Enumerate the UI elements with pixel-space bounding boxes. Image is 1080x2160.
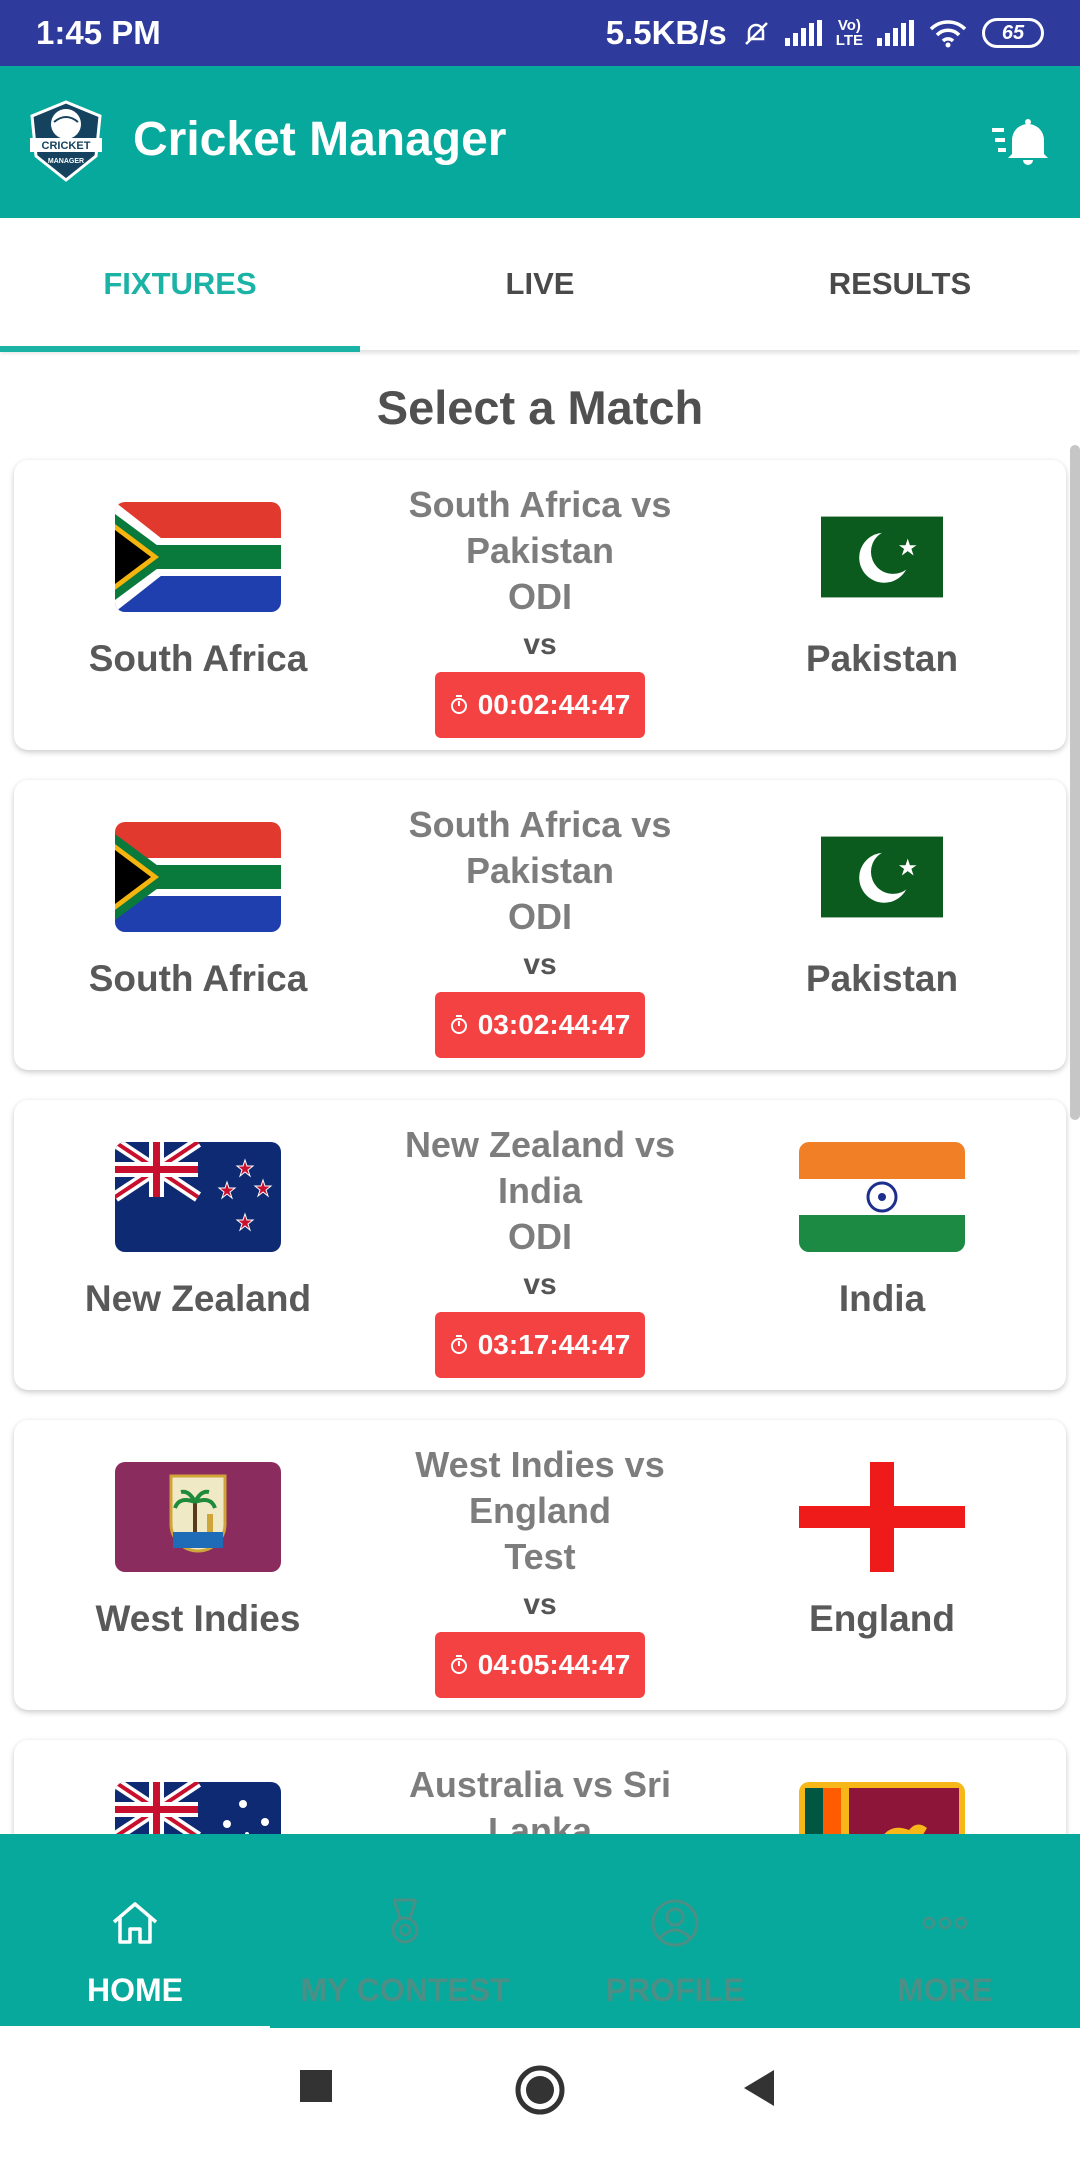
app-bar: CRICKET MANAGER Cricket Manager	[0, 66, 1080, 218]
svg-text:CRICKET: CRICKET	[42, 140, 91, 152]
bottom-navigation: HOME MY CONTEST PROFILE MORE	[0, 1834, 1080, 2030]
team-b-name: Pakistan	[805, 958, 959, 999]
volte-icon: Vo) LTE	[835, 17, 863, 49]
team-a-name: South Africa	[88, 958, 308, 999]
match-list[interactable]: South Africa South Africa vs Pakistan OD…	[0, 456, 1080, 1834]
tab-results[interactable]: RESULTS	[720, 218, 1080, 350]
tab-fixtures[interactable]: FIXTURES	[0, 218, 360, 352]
match-card[interactable]: Australia vs Sri Lanka	[14, 1740, 1066, 1834]
signal-icon-2	[877, 20, 914, 46]
team-b	[742, 1782, 1022, 1834]
match-title: South Africa vs Pakistan	[408, 484, 672, 571]
nav-home[interactable]: HOME	[0, 1834, 270, 2030]
match-format: ODI	[507, 576, 572, 617]
match-title: South Africa vs Pakistan	[408, 804, 672, 891]
stopwatch-icon	[450, 1335, 467, 1354]
west-indies-flag-icon	[115, 1462, 281, 1572]
match-format: ODI	[507, 896, 572, 937]
nav-home-label: HOME	[87, 1972, 183, 2008]
stopwatch-icon	[450, 695, 467, 714]
back-triangle-icon[interactable]	[742, 2068, 778, 2108]
sri-lanka-flag-icon	[799, 1782, 965, 1834]
match-format: ODI	[507, 1216, 572, 1257]
match-card[interactable]: South Africa South Africa vs Pakistan OD…	[14, 460, 1066, 750]
england-flag-icon	[799, 1462, 965, 1572]
nav-more[interactable]: MORE	[810, 1834, 1080, 2028]
team-b: India	[742, 1142, 1022, 1320]
mute-bell-icon	[744, 22, 768, 45]
battery-icon: 65	[982, 18, 1044, 48]
countdown-badge: 03:17:44:47	[435, 1312, 645, 1378]
profile-icon	[651, 1899, 699, 1947]
section-title: Select a Match	[376, 381, 704, 434]
team-b-name: Pakistan	[805, 638, 959, 679]
team-a-name: New Zealand	[84, 1278, 312, 1319]
team-a: South Africa	[58, 502, 338, 680]
wifi-icon	[929, 20, 967, 48]
team-a-name: West Indies	[95, 1598, 301, 1639]
vs-label: vs	[523, 1268, 557, 1301]
pakistan-flag-icon	[821, 836, 943, 918]
new-zealand-flag-icon	[115, 1142, 281, 1252]
tab-live[interactable]: LIVE	[360, 218, 720, 350]
vs-label: vs	[523, 1588, 557, 1621]
net-speed: 5.5KB/s	[605, 14, 727, 51]
match-info: South Africa vs Pakistan ODI vs 00:02:44…	[390, 482, 690, 738]
match-card[interactable]: West Indies West Indies vs England Test …	[14, 1420, 1066, 1710]
home-circle-icon[interactable]	[514, 2064, 566, 2116]
team-b-name: England	[809, 1598, 955, 1639]
team-a: New Zealand	[58, 1142, 338, 1320]
match-title: West Indies vs England	[415, 1444, 665, 1531]
team-b: England	[742, 1462, 1022, 1640]
nav-profile-label: PROFILE	[605, 1972, 745, 2008]
nav-more-label: MORE	[897, 1972, 993, 2008]
tab-bar: FIXTURES LIVE RESULTS	[0, 218, 1080, 352]
match-info: West Indies vs England Test vs 04:05:44:…	[390, 1442, 690, 1698]
nav-profile[interactable]: PROFILE	[540, 1834, 810, 2028]
status-time: 1:45 PM	[36, 14, 161, 51]
trophy-medal-icon	[391, 1898, 419, 1944]
nav-my-contest-label: MY CONTEST	[300, 1972, 510, 2008]
countdown-badge: 03:02:44:47	[435, 992, 645, 1058]
match-info: South Africa vs Pakistan ODI vs 03:02:44…	[390, 802, 690, 1058]
more-dots-icon	[922, 1916, 968, 1930]
signal-icon	[784, 20, 822, 46]
system-navigation-bar	[0, 2028, 1080, 2160]
team-b-name: India	[838, 1278, 926, 1319]
team-a: West Indies	[58, 1462, 338, 1640]
match-title: Australia vs Sri Lanka	[408, 1764, 672, 1834]
countdown-badge: 04:05:44:47	[435, 1632, 645, 1698]
team-a-name: South Africa	[88, 638, 308, 679]
cricket-manager-logo-icon: CRICKET MANAGER	[30, 100, 102, 182]
australia-flag-icon	[115, 1782, 281, 1834]
home-icon	[112, 1902, 158, 1944]
match-card[interactable]: South Africa South Africa vs Pakistan OD…	[14, 780, 1066, 1070]
team-b: Pakistan	[742, 502, 1022, 680]
match-info: Australia vs Sri Lanka	[390, 1762, 690, 1834]
status-bar: 1:45 PM 5.5KB/s Vo) LTE 65	[0, 0, 1080, 66]
pakistan-flag-icon	[821, 516, 943, 598]
vs-label: vs	[523, 628, 557, 661]
india-flag-icon	[799, 1142, 965, 1252]
team-a	[58, 1782, 338, 1834]
vs-label: vs	[523, 948, 557, 981]
notification-bell-icon[interactable]	[992, 112, 1052, 168]
match-info: New Zealand vs India ODI vs 03:17:44:47	[390, 1122, 690, 1378]
scrollbar[interactable]	[1070, 445, 1080, 1120]
match-card[interactable]: New Zealand New Zealand vs India ODI vs …	[14, 1100, 1066, 1390]
stopwatch-icon	[450, 1015, 467, 1034]
stopwatch-icon	[450, 1655, 467, 1674]
team-a: South Africa	[58, 822, 338, 1000]
svg-text:MANAGER: MANAGER	[48, 158, 84, 165]
countdown-badge: 00:02:44:47	[435, 672, 645, 738]
south-africa-flag-icon	[115, 502, 281, 612]
status-icons: 5.5KB/s Vo) LTE 65	[606, 14, 1044, 52]
app-title: Cricket Manager	[133, 113, 507, 166]
recents-square-icon[interactable]	[298, 2068, 334, 2104]
match-title: New Zealand vs India	[404, 1124, 676, 1211]
south-africa-flag-icon	[115, 822, 281, 932]
nav-my-contest[interactable]: MY CONTEST	[270, 1834, 540, 2028]
team-b: Pakistan	[742, 822, 1022, 1000]
match-format: Test	[504, 1536, 576, 1577]
